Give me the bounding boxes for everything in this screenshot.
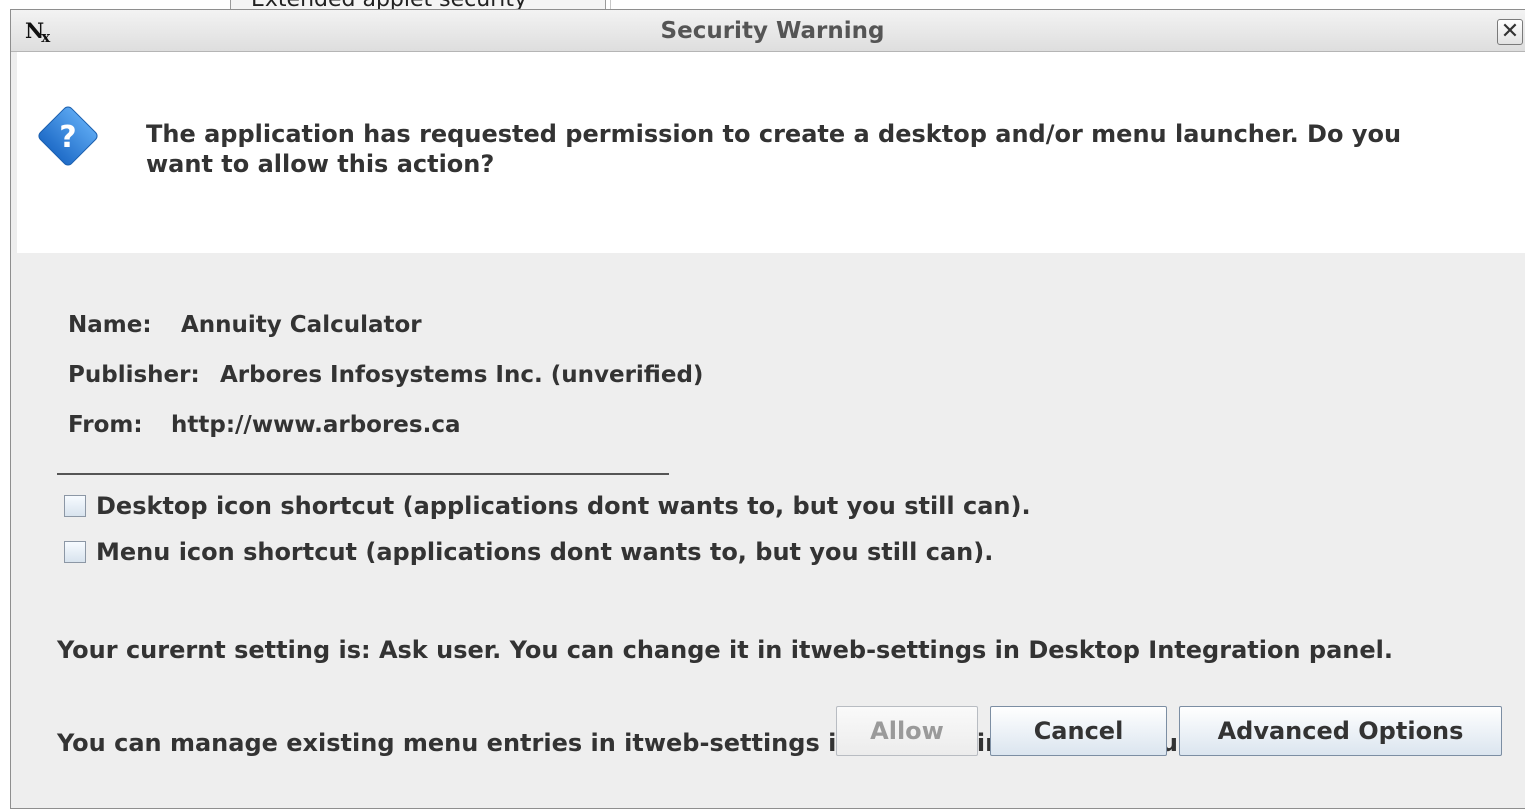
menu-shortcut-label[interactable]: Menu icon shortcut (applications dont wa…	[96, 538, 993, 566]
title-bar[interactable]: Nx Security Warning ✕	[11, 10, 1525, 52]
close-button[interactable]: ✕	[1497, 19, 1523, 45]
from-value: http://www.arbores.ca	[171, 412, 461, 438]
publisher-row: Publisher: Arbores Infosystems Inc. (unve…	[68, 362, 703, 388]
allow-button[interactable]: Allow	[836, 706, 978, 756]
separator-line	[57, 473, 669, 475]
from-row: From: http://www.arbores.ca	[68, 412, 461, 438]
message-line-1: The application has requested permission…	[146, 120, 1402, 148]
advanced-options-button[interactable]: Advanced Options	[1179, 706, 1502, 756]
desktop-shortcut-label[interactable]: Desktop icon shortcut (applications dont…	[96, 492, 1031, 520]
permission-message: The application has requested permission…	[146, 119, 1486, 179]
question-mark-glyph: ?	[59, 120, 76, 155]
window-title: Security Warning	[660, 18, 885, 44]
question-diamond-icon: ?	[38, 106, 98, 166]
from-label: From:	[68, 412, 143, 438]
desktop-shortcut-option[interactable]: Desktop icon shortcut (applications dont…	[64, 490, 1031, 522]
settings-note-line-1: Your curernt setting is: Ask user. You c…	[57, 636, 1393, 664]
menu-shortcut-option[interactable]: Menu icon shortcut (applications dont wa…	[64, 536, 993, 568]
close-icon: ✕	[1500, 19, 1520, 44]
publisher-value: Arbores Infosystems Inc. (unverified)	[220, 362, 704, 388]
publisher-label: Publisher:	[68, 362, 200, 388]
name-label: Name:	[68, 312, 152, 338]
desktop-shortcut-checkbox[interactable]	[64, 495, 86, 517]
cancel-button[interactable]: Cancel	[990, 706, 1167, 756]
message-line-2: want to allow this action?	[146, 150, 495, 178]
settings-note: Your curernt setting is: Ask user. You c…	[57, 573, 1407, 790]
app-name-row: Name: Annuity Calculator	[68, 312, 422, 338]
menu-shortcut-checkbox[interactable]	[64, 541, 86, 563]
name-value: Annuity Calculator	[181, 312, 422, 338]
